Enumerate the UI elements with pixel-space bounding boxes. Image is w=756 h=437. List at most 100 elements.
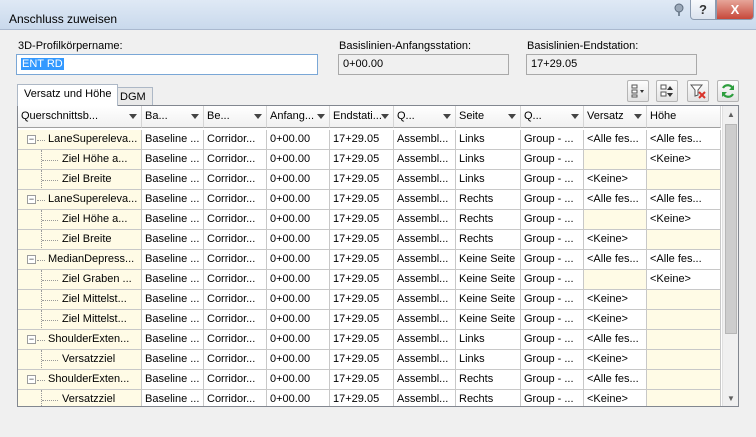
table-cell-assembly[interactable]: Assembl... [394,190,456,210]
table-cell-group[interactable]: Group - ... [521,170,584,190]
table-row[interactable]: Ziel Breite Baseline ... Corridor... 0+00.0… [18,230,721,250]
table-cell-name[interactable]: − ShoulderExten... [18,330,142,350]
table-cell-elevation[interactable]: <Keine> [647,210,721,230]
collapse-icon[interactable]: − [27,255,36,264]
table-row[interactable]: Ziel Mittelst... Baseline ... Corridor... 0… [18,310,721,330]
table-cell-name[interactable]: − LaneSupereleva... [18,130,142,150]
table-cell-end[interactable]: 17+29.05 [330,370,394,390]
table-cell-assembly[interactable]: Assembl... [394,290,456,310]
table-cell-name[interactable]: Ziel Höhe a... [18,150,142,170]
column-header[interactable]: Seite [456,106,521,128]
table-cell-name[interactable]: Ziel Breite [18,170,142,190]
scroll-down-icon[interactable]: ▼ [723,390,739,406]
table-cell-name[interactable]: Ziel Höhe a... [18,210,142,230]
table-cell-end[interactable]: 17+29.05 [330,150,394,170]
column-header[interactable]: Querschnittsb... [18,106,142,128]
table-cell-offset[interactable]: <Keine> [584,290,647,310]
table-cell-side[interactable]: Rechts [456,190,521,210]
table-cell-elevation[interactable]: <Keine> [647,150,721,170]
table-cell-group[interactable]: Group - ... [521,230,584,250]
table-cell-elevation[interactable]: <Keine> [647,270,721,290]
table-cell-region[interactable]: Corridor... [204,250,267,270]
table-cell-baseline[interactable]: Baseline ... [142,370,204,390]
table-cell-assembly[interactable]: Assembl... [394,230,456,250]
profile-name-field[interactable]: ENT RD [16,54,318,75]
table-row[interactable]: Ziel Höhe a... Baseline ... Corridor... 0+0… [18,210,721,230]
filter-dropdown-icon[interactable] [381,114,389,119]
filter-dropdown-icon[interactable] [571,114,579,119]
table-cell-elevation[interactable] [647,330,721,350]
table-cell-baseline[interactable]: Baseline ... [142,250,204,270]
table-cell-region[interactable]: Corridor... [204,350,267,370]
table-cell-start[interactable]: 0+00.00 [267,330,330,350]
collapse-icon[interactable]: − [27,335,36,344]
table-row[interactable]: Ziel Mittelst... Baseline ... Corridor... 0… [18,290,721,310]
table-cell-region[interactable]: Corridor... [204,310,267,330]
table-cell-elevation[interactable]: <Alle fes... [647,190,721,210]
filter-dropdown-icon[interactable] [254,114,262,119]
table-cell-start[interactable]: 0+00.00 [267,270,330,290]
table-cell-side[interactable]: Keine Seite [456,250,521,270]
table-row[interactable]: − ShoulderExten... Baseline ... Corridor...… [18,370,721,390]
table-cell-baseline[interactable]: Baseline ... [142,350,204,370]
table-cell-offset[interactable] [584,210,647,230]
table-cell-name[interactable]: Versatzziel [18,350,142,370]
table-cell-baseline[interactable]: Baseline ... [142,190,204,210]
table-cell-offset[interactable]: <Alle fes... [584,130,647,150]
table-cell-start[interactable]: 0+00.00 [267,170,330,190]
table-cell-elevation[interactable] [647,350,721,370]
table-cell-baseline[interactable]: Baseline ... [142,130,204,150]
table-cell-side[interactable]: Keine Seite [456,310,521,330]
table-cell-name[interactable]: − MedianDepress... [18,250,142,270]
filter-dropdown-icon[interactable] [634,114,642,119]
table-cell-start[interactable]: 0+00.00 [267,390,330,406]
table-cell-assembly[interactable]: Assembl... [394,250,456,270]
table-cell-name[interactable]: Ziel Graben ... [18,270,142,290]
table-cell-group[interactable]: Group - ... [521,350,584,370]
table-cell-offset[interactable]: <Keine> [584,310,647,330]
filter-dropdown-icon[interactable] [191,114,199,119]
table-cell-group[interactable]: Group - ... [521,130,584,150]
table-cell-baseline[interactable]: Baseline ... [142,290,204,310]
table-cell-group[interactable]: Group - ... [521,290,584,310]
table-cell-side[interactable]: Links [456,330,521,350]
table-cell-baseline[interactable]: Baseline ... [142,310,204,330]
table-cell-elevation[interactable] [647,390,721,406]
table-cell-name[interactable]: Ziel Breite [18,230,142,250]
table-cell-region[interactable]: Corridor... [204,230,267,250]
table-row[interactable]: Versatzziel Baseline ... Corridor... 0+00.0… [18,390,721,406]
table-cell-region[interactable]: Corridor... [204,130,267,150]
help-button[interactable]: ? [690,0,716,20]
table-cell-name[interactable]: Versatzziel [18,390,142,406]
table-cell-assembly[interactable]: Assembl... [394,210,456,230]
table-cell-baseline[interactable]: Baseline ... [142,330,204,350]
table-cell-side[interactable]: Rechts [456,390,521,406]
table-cell-group[interactable]: Group - ... [521,390,584,406]
table-cell-baseline[interactable]: Baseline ... [142,150,204,170]
filter-dropdown-icon[interactable] [317,114,325,119]
table-cell-side[interactable]: Links [456,150,521,170]
column-header[interactable]: Endstati... [330,106,394,128]
table-row[interactable]: Ziel Graben ... Baseline ... Corridor... 0+… [18,270,721,290]
table-cell-baseline[interactable]: Baseline ... [142,210,204,230]
table-cell-name[interactable]: Ziel Mittelst... [18,310,142,330]
table-cell-baseline[interactable]: Baseline ... [142,230,204,250]
table-cell-offset[interactable]: <Keine> [584,230,647,250]
table-cell-offset[interactable]: <Keine> [584,390,647,406]
table-row[interactable]: − MedianDepress... Baseline ... Corridor...… [18,250,721,270]
table-row[interactable]: − ShoulderExten... Baseline ... Corridor...… [18,330,721,350]
table-cell-name[interactable]: − ShoulderExten... [18,370,142,390]
table-cell-offset[interactable]: <Alle fes... [584,190,647,210]
table-cell-assembly[interactable]: Assembl... [394,350,456,370]
table-cell-elevation[interactable] [647,170,721,190]
table-cell-region[interactable]: Corridor... [204,190,267,210]
table-cell-region[interactable]: Corridor... [204,390,267,406]
table-cell-assembly[interactable]: Assembl... [394,390,456,406]
table-cell-side[interactable]: Rechts [456,230,521,250]
table-cell-offset[interactable]: <Keine> [584,350,647,370]
table-cell-end[interactable]: 17+29.05 [330,310,394,330]
table-cell-side[interactable]: Keine Seite [456,270,521,290]
table-cell-end[interactable]: 17+29.05 [330,190,394,210]
collapse-icon[interactable]: − [27,375,36,384]
collapse-icon[interactable]: − [27,195,36,204]
